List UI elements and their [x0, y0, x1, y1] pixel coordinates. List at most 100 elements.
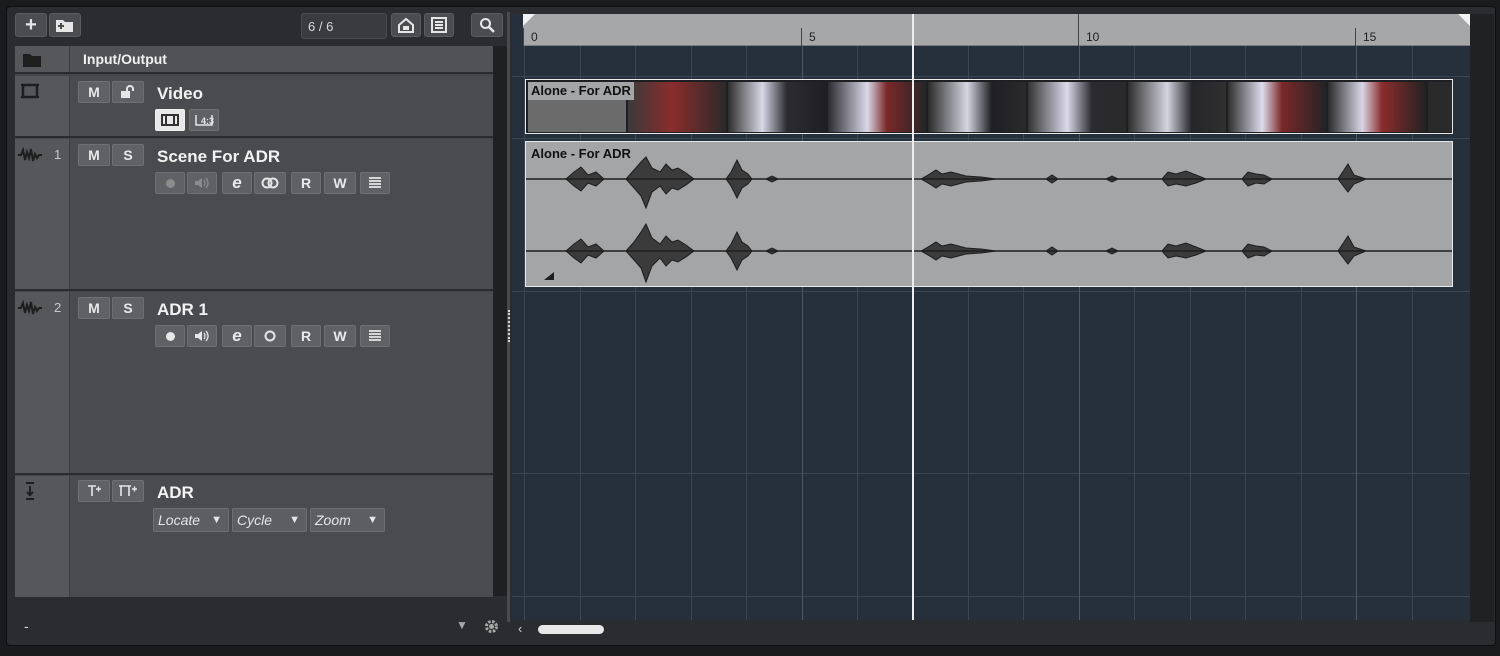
dropdown-arrow-icon: ▼	[367, 514, 378, 526]
edit-channel-icon: e	[232, 326, 242, 345]
track-count: 6 / 6	[308, 18, 334, 34]
track2-monitor-button[interactable]	[187, 325, 217, 347]
project-cursor[interactable]	[912, 14, 914, 622]
horizontal-scrollbar[interactable]: ‹	[512, 620, 1470, 638]
track-count-display: 6 / 6	[301, 13, 387, 39]
track-list-scroll-column	[493, 46, 507, 596]
list-view-button[interactable]	[424, 13, 454, 37]
track2-solo-button[interactable]: S	[112, 297, 144, 319]
input-output-row[interactable]: Input/Output	[15, 46, 493, 74]
add-cycle-marker-button[interactable]	[112, 480, 144, 502]
zoom-label: Zoom	[315, 512, 351, 528]
video-event-title: Alone - For ADR	[528, 82, 634, 100]
video-thumbnail	[1328, 82, 1426, 132]
add-track-button[interactable]: +	[15, 13, 47, 37]
track1-monitor-button[interactable]	[187, 172, 217, 194]
add-folder-button[interactable]	[49, 13, 81, 37]
frame-format-icon: 4:3	[195, 115, 214, 126]
video-thumbnail	[1428, 82, 1452, 132]
show-thumbnails-button[interactable]	[155, 109, 185, 131]
search-button[interactable]	[471, 13, 503, 37]
speaker-icon	[195, 330, 209, 342]
ruler-tick	[1355, 28, 1356, 46]
locate-dropdown[interactable]: Locate ▼	[153, 508, 229, 532]
track2-icon-cell: 2	[15, 292, 70, 473]
track2-settings-button[interactable]	[360, 325, 390, 347]
splitter-handle[interactable]	[508, 310, 510, 342]
track1-mute-button[interactable]: M	[78, 144, 110, 166]
right-locator-icon	[1458, 14, 1470, 26]
track1-channel-config-button[interactable]	[254, 172, 286, 194]
folder-icon	[23, 54, 41, 67]
mute-label: M	[88, 84, 100, 100]
zoom-dropdown[interactable]: Zoom ▼	[310, 508, 385, 532]
dropdown-arrow-icon: ▼	[211, 514, 222, 526]
fade-handle-icon	[544, 272, 554, 280]
home-button[interactable]	[391, 13, 421, 37]
mono-icon	[264, 330, 276, 342]
settings-gear-icon[interactable]	[483, 618, 500, 635]
mute-label: M	[88, 147, 100, 163]
scrollbar-thumb[interactable]	[538, 625, 604, 634]
add-marker-icon	[88, 485, 101, 496]
mute-label: M	[88, 300, 100, 316]
edit-channel-icon: e	[232, 173, 242, 192]
video-track[interactable]: M Video 4:3	[15, 76, 493, 138]
track2-mute-button[interactable]: M	[78, 297, 110, 319]
track2-read-automation-button[interactable]: R	[291, 325, 321, 347]
video-mute-button[interactable]: M	[78, 81, 110, 103]
speaker-icon	[195, 177, 209, 189]
track-separator	[512, 596, 1470, 597]
unlock-icon	[121, 85, 134, 98]
marker-track-adr[interactable]: ADR Locate ▼ Cycle ▼ Zoom ▼	[15, 476, 493, 597]
video-event[interactable]: Alone - For ADR	[525, 79, 1453, 134]
marker-track-name: ADR	[157, 483, 194, 502]
time-ruler[interactable]: 0 5 10 15	[523, 14, 1470, 46]
input-output-label: Input/Output	[83, 51, 167, 67]
add-marker-button[interactable]	[78, 480, 110, 502]
track2-number: 2	[54, 300, 62, 315]
track1-settings-button[interactable]	[360, 172, 390, 194]
track1-record-enable-button[interactable]	[155, 172, 185, 194]
ruler-baseline	[523, 36, 1470, 46]
audio-track-adr-1[interactable]: 2 M S ADR 1 e R W	[15, 292, 493, 475]
track-separator	[512, 473, 1470, 474]
video-thumbnail	[928, 82, 1026, 132]
track2-record-enable-button[interactable]	[155, 325, 185, 347]
cycle-dropdown[interactable]: Cycle ▼	[232, 508, 307, 532]
track1-read-automation-button[interactable]: R	[291, 172, 321, 194]
video-lock-button[interactable]	[112, 81, 144, 103]
cycle-label: Cycle	[237, 512, 273, 528]
track1-name: Scene For ADR	[157, 147, 281, 166]
read-label: R	[300, 328, 312, 344]
folder-plus-icon	[56, 20, 73, 32]
write-label: W	[333, 175, 347, 191]
track2-edit-channel-button[interactable]: e	[222, 325, 252, 347]
track2-channel-config-button[interactable]	[254, 325, 286, 347]
channel-settings-icon	[369, 177, 381, 188]
audio-track-scene-for-adr[interactable]: 1 M S Scene For ADR e R W	[15, 139, 493, 291]
list-icon	[431, 17, 447, 33]
track-separator	[512, 291, 1470, 292]
svg-text:4:3: 4:3	[201, 116, 214, 126]
frame-format-button[interactable]: 4:3	[189, 109, 219, 131]
track1-edit-channel-button[interactable]: e	[222, 172, 252, 194]
track2-write-automation-button[interactable]: W	[324, 325, 356, 347]
track1-solo-button[interactable]: S	[112, 144, 144, 166]
scroll-left-icon[interactable]: ‹	[518, 621, 522, 636]
visibility-dropdown-arrow-icon[interactable]: ▼	[456, 618, 468, 632]
locate-label: Locate	[158, 512, 201, 528]
audio-waveform	[526, 156, 1452, 284]
ruler-tick	[523, 28, 524, 46]
ruler-label: 15	[1363, 30, 1377, 44]
audio-event[interactable]: Alone - For ADR	[525, 141, 1453, 287]
write-label: W	[333, 328, 347, 344]
track1-write-automation-button[interactable]: W	[324, 172, 356, 194]
video-thumbnail	[1228, 82, 1326, 132]
track1-icon-cell: 1	[15, 139, 70, 289]
track2-name: ADR 1	[157, 300, 209, 319]
video-thumbnail	[728, 82, 826, 132]
video-thumbnail	[1028, 82, 1126, 132]
video-thumbnail	[628, 82, 726, 132]
track1-number: 1	[54, 147, 62, 162]
